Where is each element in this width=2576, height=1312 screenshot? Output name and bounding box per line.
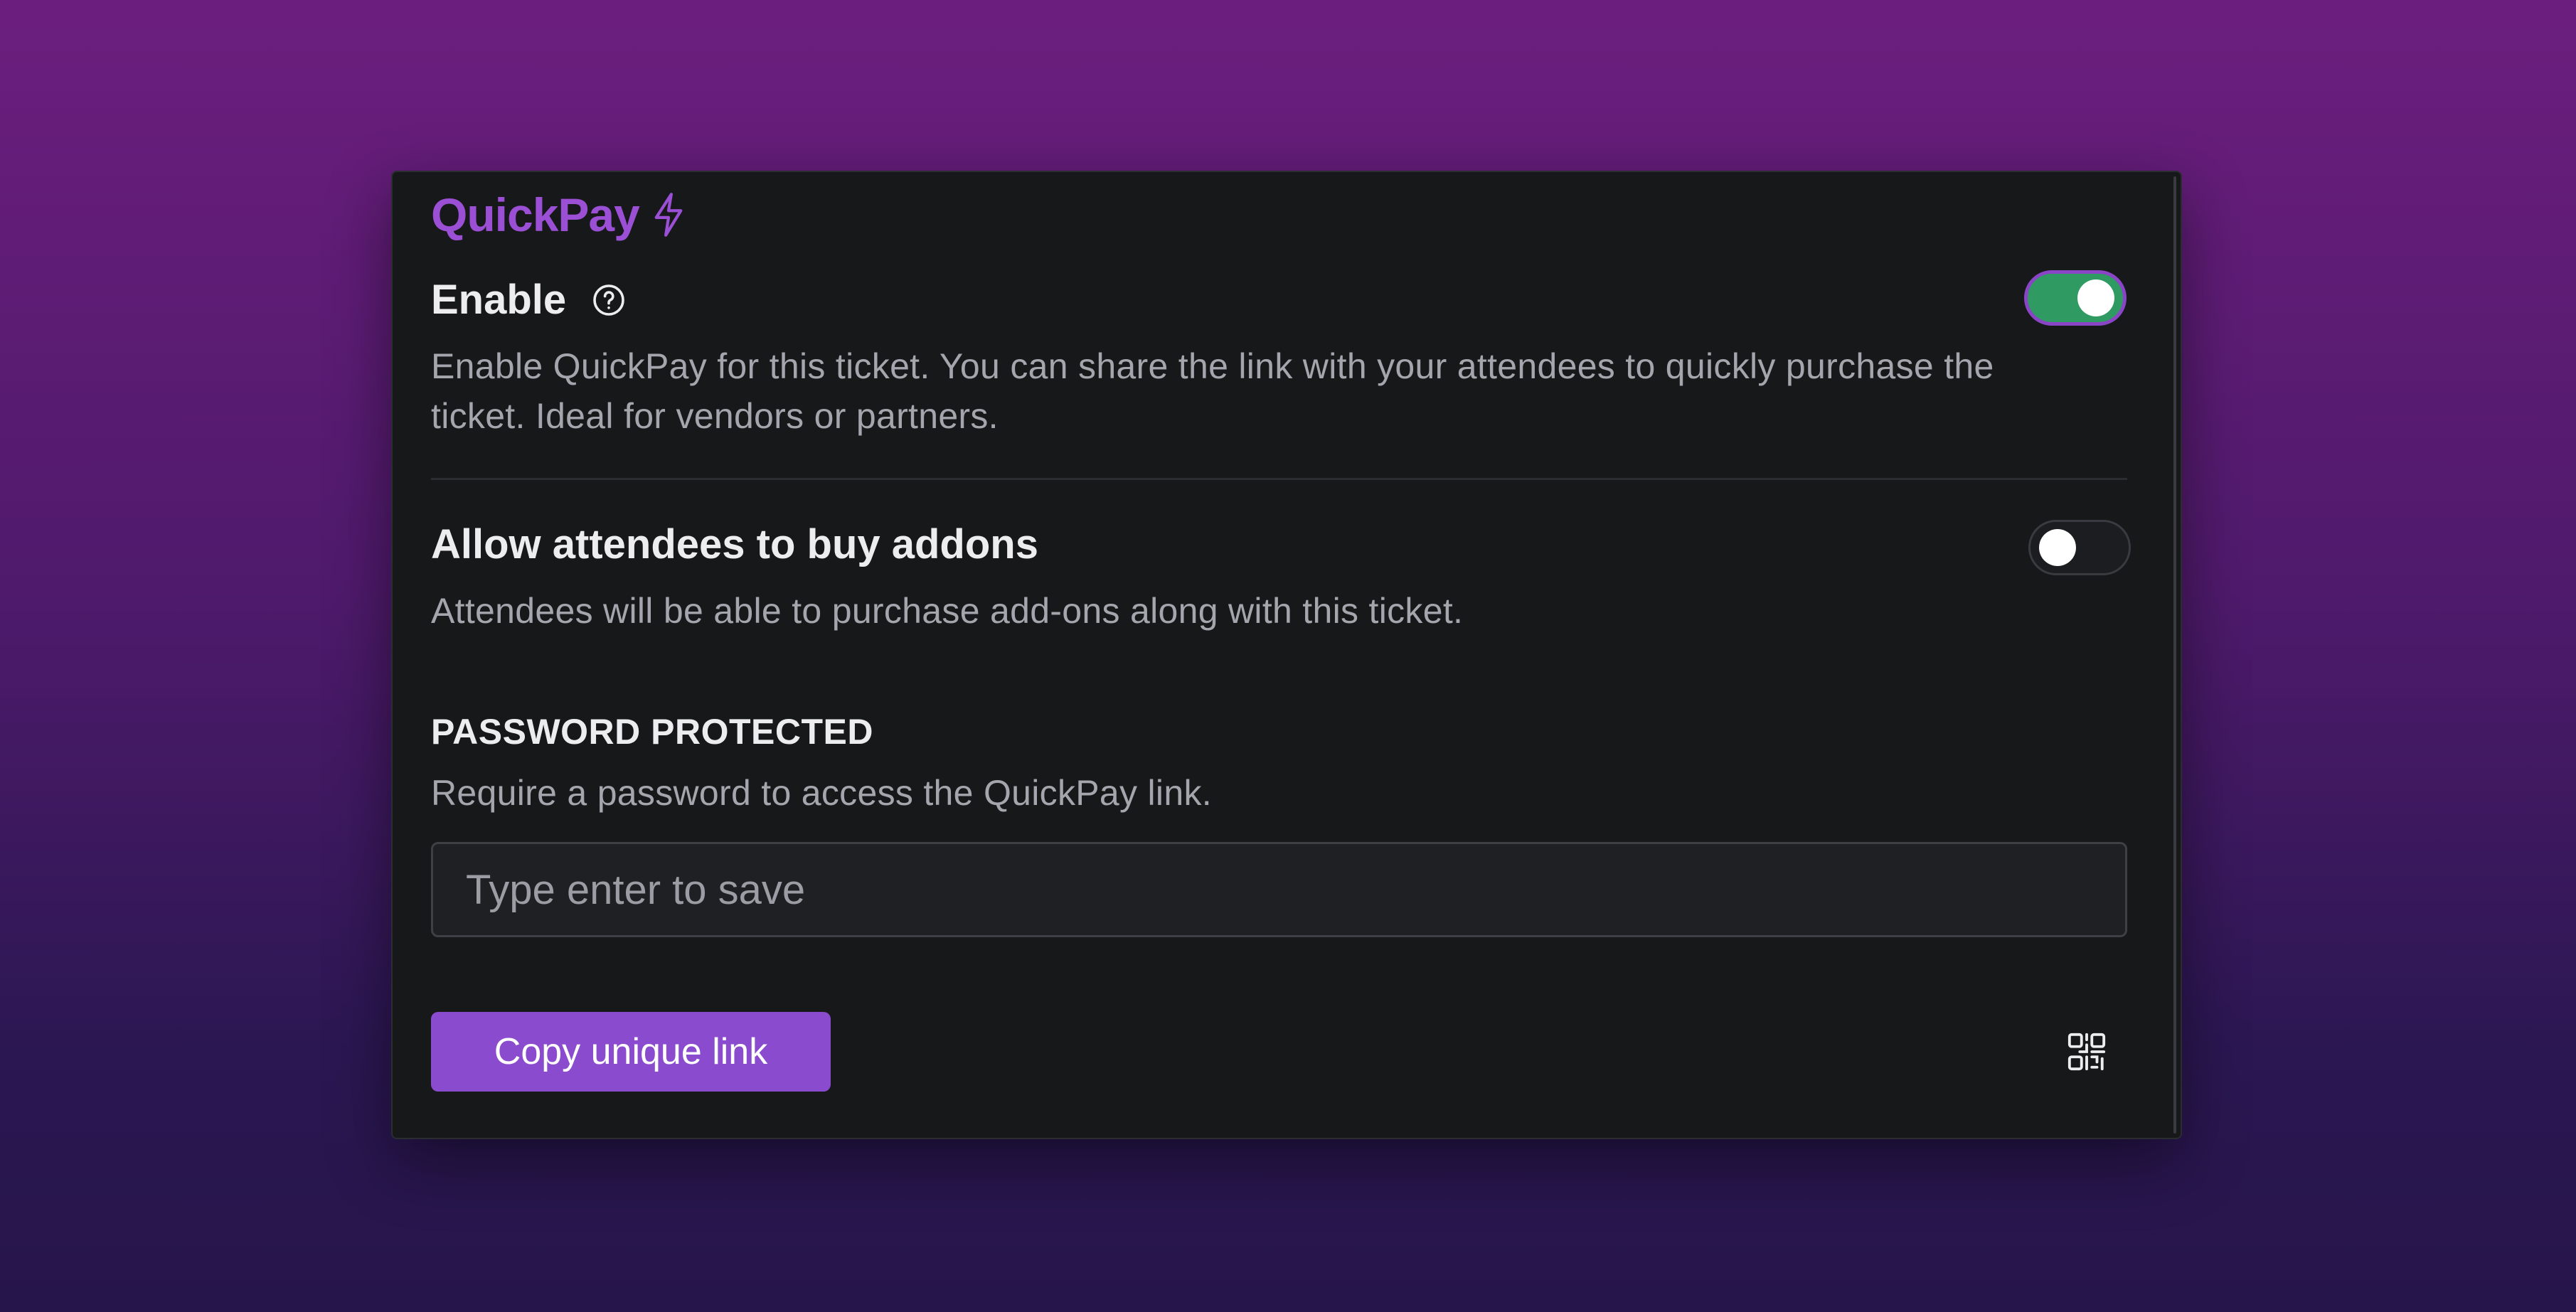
bolt-icon — [652, 191, 685, 238]
help-circle-icon[interactable] — [592, 283, 626, 317]
quickpay-card: QuickPay Enable Enable QuickPay for this… — [391, 171, 2182, 1139]
enable-quickpay-toggle[interactable] — [2024, 270, 2127, 326]
password-description: Require a password to access the QuickPa… — [431, 773, 1212, 813]
addons-title: Allow attendees to buy addons — [431, 521, 1038, 567]
enable-heading: Enable — [431, 276, 626, 324]
copy-unique-link-button[interactable]: Copy unique link — [431, 1012, 831, 1092]
password-input[interactable] — [431, 842, 2127, 937]
section-divider — [431, 478, 2127, 480]
password-heading: PASSWORD PROTECTED — [431, 712, 873, 752]
toggle-knob — [2039, 529, 2076, 566]
toggle-knob — [2077, 279, 2114, 316]
quickpay-title: QuickPay — [431, 188, 640, 241]
quickpay-header: QuickPay — [431, 188, 685, 242]
addons-description: Attendees will be able to purchase add-o… — [431, 591, 1464, 631]
addons-heading: Allow attendees to buy addons — [431, 521, 1038, 568]
qr-code-icon[interactable] — [2066, 1031, 2107, 1072]
enable-title: Enable — [431, 277, 567, 323]
allow-addons-toggle[interactable] — [2028, 520, 2131, 575]
enable-description: Enable QuickPay for this ticket. You can… — [431, 346, 1994, 436]
